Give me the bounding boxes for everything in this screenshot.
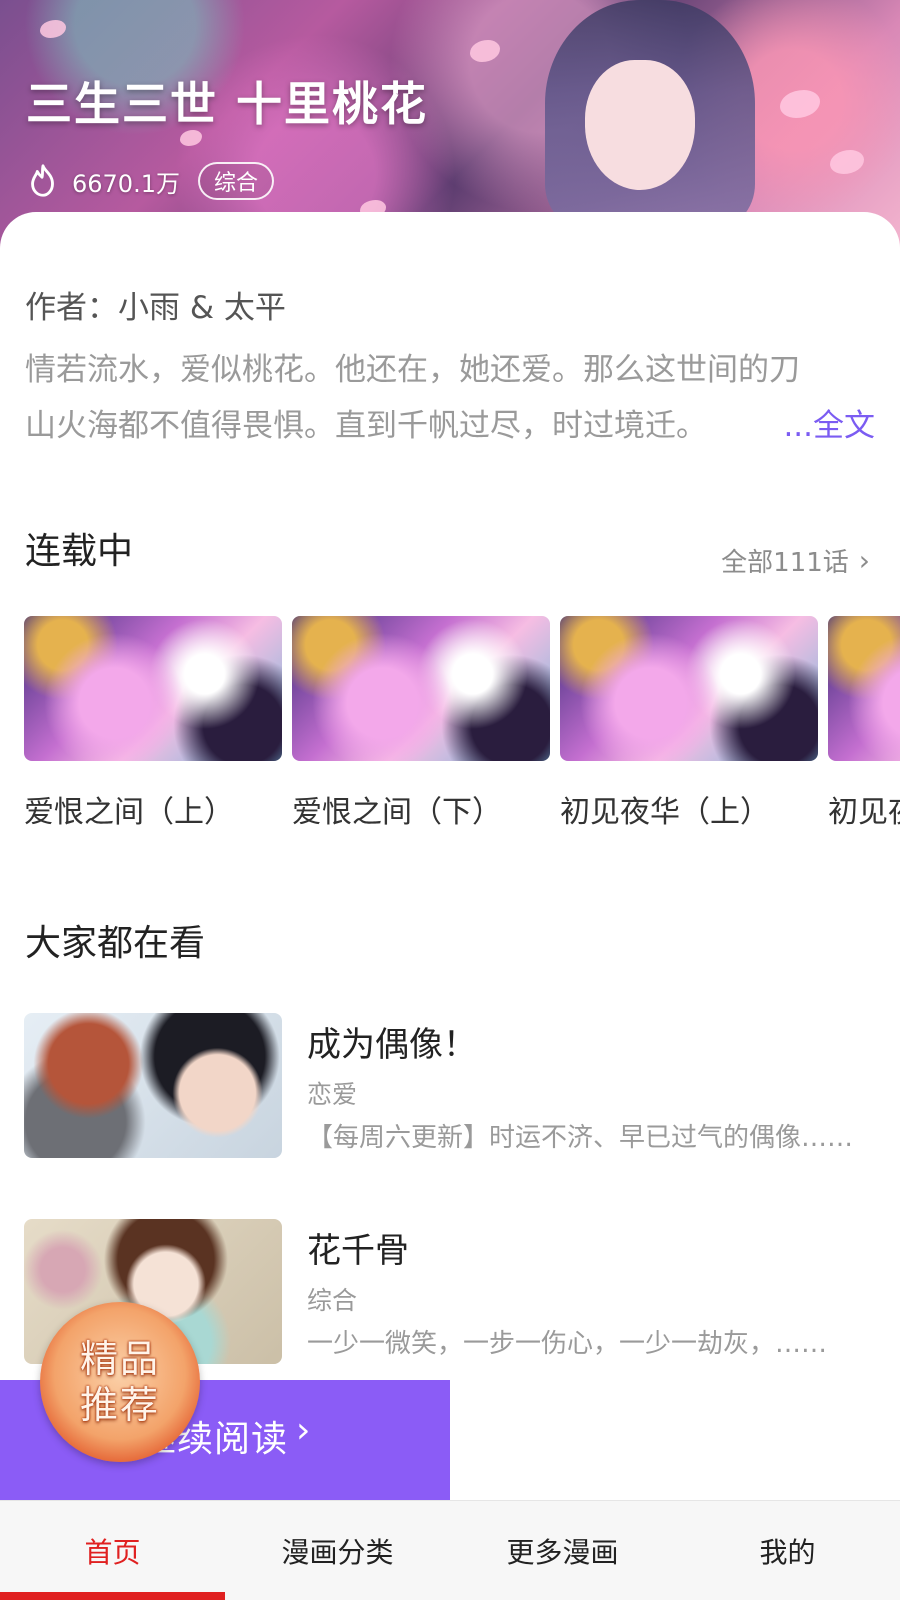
synopsis-line-2: 山火海都不值得畏惧。直到千帆过尽，时过境迁。 <box>25 408 707 444</box>
synopsis-line-1: 情若流水，爱似桃花。他还在，她还爱。那么这世间的刀 <box>25 352 800 388</box>
chevron-right-icon: › <box>858 544 870 577</box>
episode-card[interactable]: 爱恨之间（下） <box>292 616 550 831</box>
comic-title: 三生三世 十里桃花 <box>26 77 429 131</box>
badge-line-2: 推荐 <box>79 1383 160 1427</box>
serial-section-label: 连载中 <box>25 531 134 572</box>
episode-title: 爱恨之间（上） <box>24 795 234 830</box>
recommendation-genre: 综合 <box>307 1286 358 1315</box>
nav-more-comics[interactable]: 更多漫画 <box>450 1501 675 1600</box>
episode-title: 爱恨之间（下） <box>292 795 502 830</box>
episode-thumbnail <box>560 616 818 761</box>
popular-section-title: 大家都在看 <box>23 914 206 966</box>
nav-home-label: 首页 <box>84 1535 141 1569</box>
nav-profile[interactable]: 我的 <box>675 1501 900 1600</box>
episode-card[interactable]: 初见夜华（上） <box>560 616 818 831</box>
episode-carousel[interactable]: 爱恨之间（上） 爱恨之间（下） 初见夜华（上） 初见夜华（下） <box>24 616 900 836</box>
recommendation-item[interactable]: 成为偶像！ 恋爱 【每周六更新】时运不济、早已过气的偶像…… <box>24 1013 884 1163</box>
read-full-synopsis-link[interactable]: ...全文 <box>783 400 875 445</box>
all-episodes-link[interactable]: 全部111话 › <box>721 542 870 579</box>
recommendation-title: 花千骨 <box>307 1231 409 1271</box>
episode-title: 初见夜华（上） <box>560 795 770 830</box>
episode-title: 初见夜华（下） <box>828 795 900 830</box>
recommendation-thumbnail <box>24 1013 282 1158</box>
hero-meta: 6670.1万 综合 <box>24 162 274 200</box>
nav-categories[interactable]: 漫画分类 <box>225 1501 450 1600</box>
badge-line-1: 精品 <box>79 1337 160 1381</box>
nav-active-indicator <box>0 1592 225 1600</box>
premium-recommend-badge[interactable]: 精品 推荐 <box>40 1302 200 1462</box>
nav-home[interactable]: 首页 <box>0 1501 225 1600</box>
recommendation-title: 成为偶像！ <box>307 1025 477 1065</box>
nav-profile-label: 我的 <box>759 1535 816 1569</box>
recommendation-desc: 【每周六更新】时运不济、早已过气的偶像…… <box>307 1123 854 1153</box>
episode-card[interactable]: 爱恨之间（上） <box>24 616 282 831</box>
all-episodes-label: 全部111话 <box>721 548 849 578</box>
author-line: 作者：小雨 & 太平 <box>25 290 286 326</box>
recommendation-desc: 一少一微笑，一步一伤心，一少一劫灰，…… <box>307 1329 828 1359</box>
serial-section-title: 连载中 <box>23 522 134 574</box>
recommendation-genre: 恋爱 <box>307 1080 358 1109</box>
genre-tag[interactable]: 综合 <box>197 162 274 200</box>
episode-thumbnail <box>292 616 550 761</box>
flame-icon <box>31 164 54 197</box>
bottom-nav: 首页 漫画分类 更多漫画 我的 <box>0 1500 900 1600</box>
chevron-right-icon: › <box>296 1410 311 1451</box>
nav-categories-label: 漫画分类 <box>281 1535 394 1569</box>
episode-card[interactable]: 初见夜华（下） <box>828 616 900 831</box>
popular-section-label: 大家都在看 <box>25 923 206 964</box>
hero-character-face <box>585 60 695 190</box>
episode-thumbnail <box>828 616 900 761</box>
episode-thumbnail <box>24 616 282 761</box>
view-count: 6670.1万 <box>72 169 180 198</box>
synopsis: 情若流水，爱似桃花。他还在，她还爱。那么这世间的刀 山火海都不值得畏惧。直到千帆… <box>25 342 875 454</box>
nav-more-comics-label: 更多漫画 <box>506 1535 619 1569</box>
